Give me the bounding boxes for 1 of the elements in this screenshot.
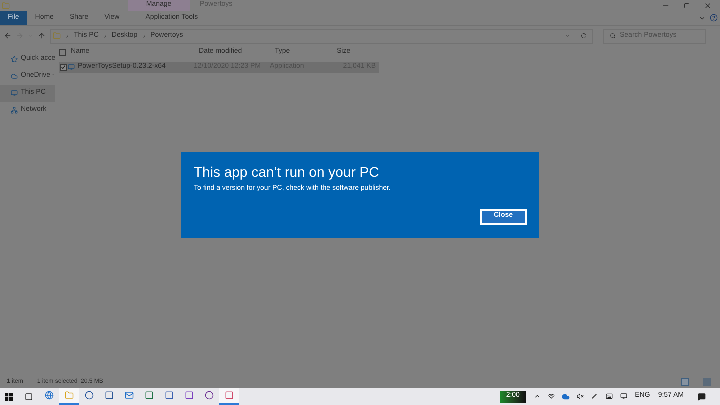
dialog-title: This app can’t run on your PC [194, 163, 380, 181]
